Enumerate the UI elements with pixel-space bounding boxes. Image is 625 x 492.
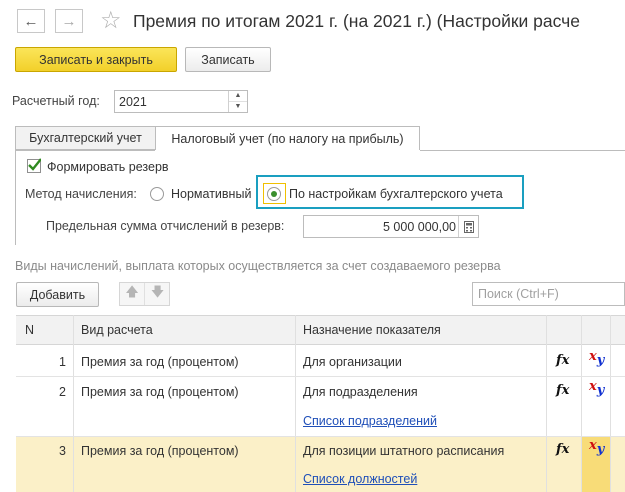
radio-accounting[interactable] — [267, 187, 281, 201]
stepper-up-icon[interactable]: ▲ — [229, 91, 247, 101]
column-header-n[interactable]: N — [25, 323, 34, 337]
col-divider — [581, 315, 582, 492]
row-number: 1 — [59, 355, 66, 369]
row-purpose: Для подразделения — [303, 385, 418, 399]
stepper-down-icon[interactable]: ▼ — [229, 101, 247, 111]
move-up-icon[interactable]: 🡅 — [120, 283, 145, 305]
save-button[interactable]: Записать — [185, 47, 271, 72]
year-stepper[interactable]: ▲ ▼ — [228, 91, 247, 112]
form-reserve-label: Формировать резерв — [47, 160, 169, 174]
calc-year-value: 2021 — [119, 94, 147, 109]
move-down-icon[interactable]: 🡇 — [145, 283, 170, 305]
tab-panel-left-border — [15, 150, 16, 245]
favorite-star-icon[interactable]: ☆ — [100, 6, 122, 35]
calc-year-input[interactable]: 2021 ▲ ▼ — [114, 90, 248, 113]
function-icon[interactable]: fx — [556, 383, 569, 398]
method-label: Метод начисления: — [25, 187, 137, 201]
arrow-left-icon: ← — [23, 12, 39, 30]
departments-list-link[interactable]: Список подразделений — [303, 414, 437, 428]
row-number: 2 — [59, 385, 66, 399]
row-separator — [16, 436, 625, 437]
variables-icon[interactable]: xy — [589, 438, 604, 457]
row-kind: Премия за год (процентом) — [81, 385, 239, 399]
row-number: 3 — [59, 444, 66, 458]
save-and-close-button[interactable]: Записать и закрыть — [15, 47, 177, 72]
form-reserve-checkbox[interactable] — [27, 158, 41, 173]
search-placeholder: Поиск (Ctrl+F) — [478, 287, 559, 301]
arrow-right-icon: → — [61, 12, 77, 30]
column-header-purpose[interactable]: Назначение показателя — [303, 323, 441, 337]
variables-icon[interactable]: xy — [589, 379, 604, 398]
forward-button[interactable]: → — [55, 9, 83, 33]
calc-year-label: Расчетный год: — [12, 94, 100, 108]
row-purpose: Для позиции штатного расписания — [303, 444, 505, 458]
active-tab-gap — [155, 150, 420, 151]
move-buttons: 🡅 🡇 — [119, 282, 170, 306]
row-purpose: Для организации — [303, 355, 402, 369]
function-icon[interactable]: fx — [556, 442, 569, 457]
search-input[interactable]: Поиск (Ctrl+F) — [472, 282, 625, 306]
positions-list-link[interactable]: Список должностей — [303, 472, 417, 486]
add-button[interactable]: Добавить — [16, 282, 99, 307]
variables-icon[interactable]: xy — [589, 349, 604, 368]
list-caption: Виды начислений, выплата которых осущест… — [15, 259, 501, 273]
row-kind: Премия за год (процентом) — [81, 444, 239, 458]
radio-accounting-label: По настройкам бухгалтерского учета — [289, 187, 503, 201]
col-divider — [546, 315, 547, 492]
col-divider — [295, 315, 296, 492]
row-kind: Премия за год (процентом) — [81, 355, 239, 369]
checkmark-icon — [28, 158, 41, 171]
col-divider — [73, 315, 74, 492]
limit-label: Предельная сумма отчислений в резерв: — [46, 219, 285, 233]
calculator-icon[interactable] — [458, 216, 478, 237]
col-divider — [610, 315, 611, 492]
radio-normative[interactable] — [150, 187, 164, 201]
limit-input[interactable]: 5 000 000,00 — [303, 215, 479, 238]
row-separator — [16, 376, 625, 377]
tab-tax-accounting[interactable]: Налоговый учет (по налогу на прибыль) — [155, 126, 420, 151]
radio-normative-label: Нормативный — [171, 187, 252, 201]
window-title: Премия по итогам 2021 г. (на 2021 г.) (Н… — [133, 11, 581, 31]
function-icon[interactable]: fx — [556, 353, 569, 368]
tab-accounting[interactable]: Бухгалтерский учет — [15, 126, 156, 150]
column-header-kind[interactable]: Вид расчета — [81, 323, 153, 337]
back-button[interactable]: ← — [17, 9, 45, 33]
